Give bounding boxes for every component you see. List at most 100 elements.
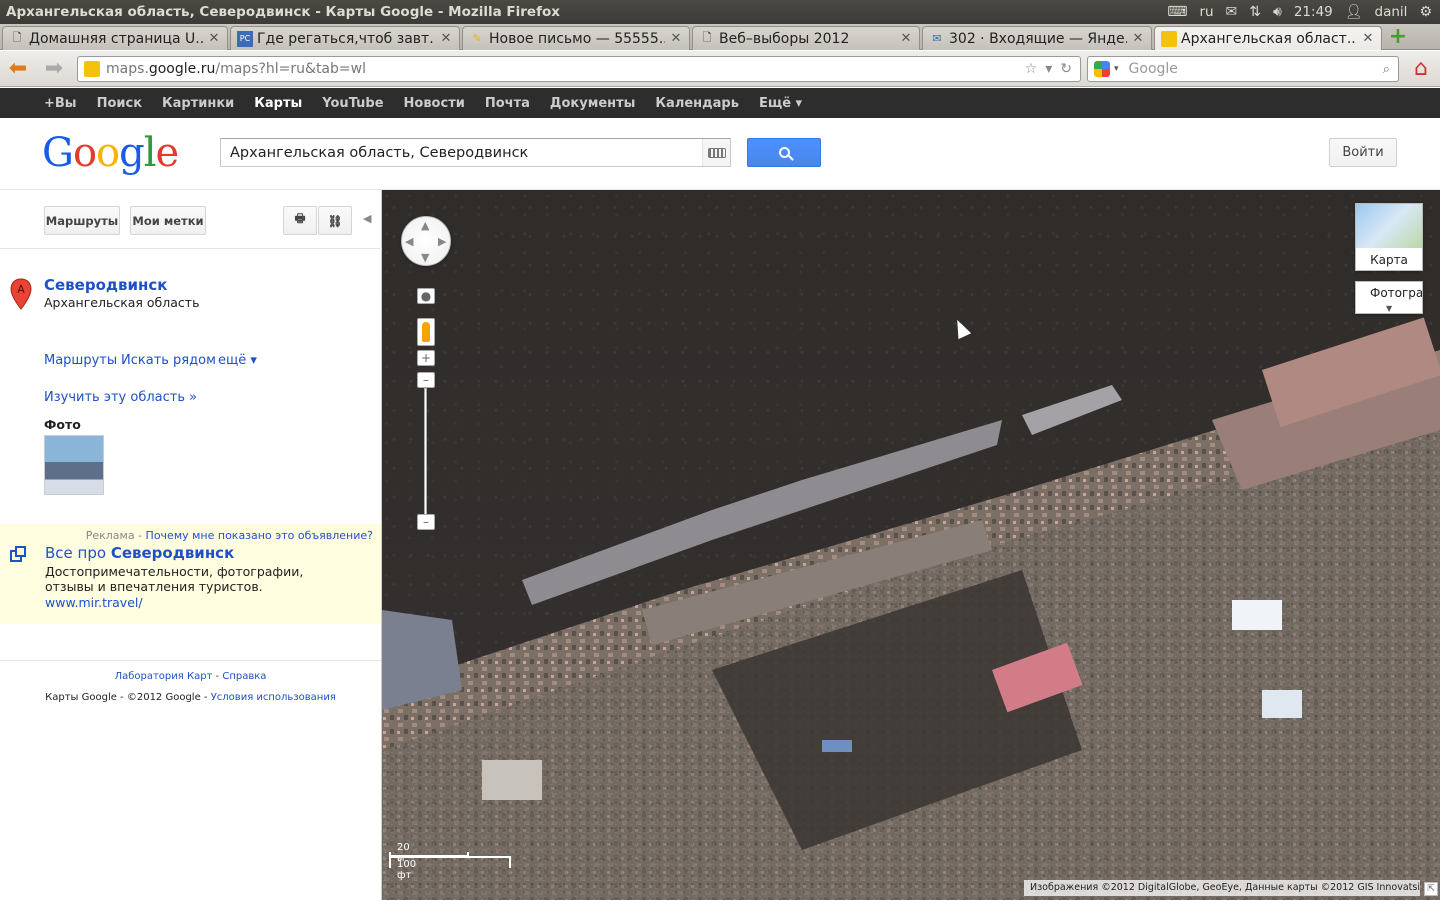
pan-control[interactable]: ▲ ▼ ◀ ▶ [401,216,451,266]
maps-lab-link[interactable]: Лаборатория Карт [115,671,213,682]
resize-icon[interactable]: ⇱ [1424,882,1438,896]
satellite-map[interactable] [382,190,1440,900]
search-query[interactable]: Архангельская область, Северодвинск [221,145,702,161]
back-arrow-icon[interactable]: ⬅ [6,57,30,81]
photo-type-label: Фотограф [1370,286,1423,300]
user-icon[interactable]: 👤︎ [1345,4,1363,20]
ad-title-link[interactable]: Все про Северодвинск [45,544,234,562]
gbar-youtube[interactable]: YouTube [312,96,393,111]
ad-url-link[interactable]: www.mir.travel/ [45,595,143,610]
close-icon[interactable]: ✕ [439,31,453,46]
close-icon[interactable]: ✕ [207,31,221,46]
pan-right-icon[interactable]: ▶ [438,235,446,248]
close-icon[interactable]: ✕ [669,31,683,46]
pegman-icon[interactable] [417,318,435,346]
search-icon[interactable]: ⌕ [1383,62,1390,77]
zoom-slider[interactable] [424,388,427,518]
star-icon[interactable]: ☆ [1025,61,1038,77]
tab-label: Новое письмо — 55555... [489,30,665,47]
close-icon[interactable]: ✕ [899,31,913,46]
routes-button[interactable]: Маршруты [44,206,120,235]
routes-link[interactable]: Маршруты [44,353,117,368]
collapse-panel-icon[interactable]: ◀ [363,212,371,225]
new-tab-button[interactable]: + [1386,26,1410,48]
ad-box: Реклама - Почему мне показано это объявл… [0,524,381,624]
pan-left-icon[interactable]: ◀ [405,235,413,248]
network-icon[interactable]: ⇅ [1249,4,1261,20]
google-engine-icon[interactable] [1094,61,1110,77]
pan-up-icon[interactable]: ▲ [421,219,429,232]
maps-search-input[interactable]: Архангельская область, Северодвинск [220,138,731,167]
url-bar[interactable]: maps.google.ru/maps?hl=ru&tab=wl ☆ ▾ ↻ [77,56,1081,82]
forward-arrow-icon[interactable]: ➡ [42,57,66,81]
gbar-calendar[interactable]: Календарь [645,96,749,111]
ad-description: Достопримечательности, фотографии, отзыв… [45,564,304,594]
help-link[interactable]: Справка [222,671,266,682]
clock[interactable]: 21:49 [1294,4,1333,20]
user-name[interactable]: danil [1375,4,1408,20]
search-nearby-link[interactable]: Искать рядом [121,353,216,368]
mail-icon[interactable]: ✉ [1226,4,1238,20]
tab[interactable]: 🗋 Домашняя страница U... ✕ [2,26,228,50]
print-icon[interactable]: 🖶︎ [283,206,317,235]
tab-label: Веб–выборы 2012 [719,30,850,47]
why-ad-link[interactable]: Почему мне показано это объявление? [146,529,373,542]
tab-label: Домашняя страница U... [29,30,203,47]
document-icon: 🗋 [12,31,22,44]
gbar-mail[interactable]: Почта [475,96,540,111]
zoom-out-icon[interactable]: – [417,514,435,530]
volume-icon[interactable]: 🔊︎ [1273,4,1282,20]
search-placeholder[interactable]: Google [1129,61,1383,77]
locate-icon[interactable]: ● [417,288,435,304]
gbar-more[interactable]: Ещё ▾ [749,96,812,111]
tab-label: 302 · Входящие — Янде... [949,30,1127,47]
reload-icon[interactable]: ↻ [1060,61,1072,77]
gbar-images[interactable]: Картинки [152,96,244,111]
gbar-search[interactable]: Поиск [87,96,152,111]
photo-thumbnail[interactable] [44,435,104,495]
place-region: Архангельская область [44,295,200,310]
zoom-handle[interactable]: – [417,372,435,388]
photo-type-button[interactable]: Фотограф ▼ [1355,281,1423,314]
engine-dropdown-icon[interactable]: ▾ [1114,64,1119,74]
login-button[interactable]: Войти [1329,138,1397,167]
google-logo[interactable]: Google [42,130,179,176]
my-places-button[interactable]: Мои метки [130,206,206,235]
browser-search-box[interactable]: ▾ Google ⌕ [1087,56,1399,82]
gbar-news[interactable]: Новости [394,96,475,111]
tab[interactable]: 🗋 Веб–выборы 2012 ✕ [692,26,920,50]
explore-area-link[interactable]: Изучить эту область » [44,390,197,405]
place-name-link[interactable]: Северодвинск [44,276,167,294]
keyboard-icon[interactable] [702,139,730,166]
map-type-button[interactable]: Карта [1355,203,1423,271]
gbar-plus[interactable]: +Вы [34,96,87,111]
url-text[interactable]: maps.google.ru/maps?hl=ru&tab=wl [106,61,1025,77]
tab[interactable]: РС Где регаться,чтоб завт... ✕ [230,26,460,50]
external-link-icon [10,546,26,562]
scale-imperial-label: 100 фт [397,859,417,881]
keyboard-layout[interactable]: ru [1199,4,1213,20]
gear-icon[interactable]: ⚙ [1419,4,1432,20]
pan-down-icon[interactable]: ▼ [421,251,429,264]
close-icon[interactable]: ✕ [1131,31,1145,46]
tab-strip: 🗋 Домашняя страница U... ✕ РС Где регать… [0,24,1440,50]
keyboard-icon[interactable]: ⌨ [1167,4,1187,20]
zoom-in-icon[interactable]: + [417,350,435,366]
tab-label: Архангельская област... [1181,30,1357,47]
marker-a-icon[interactable]: A [10,278,32,310]
home-icon[interactable]: ⌂ [1408,57,1434,81]
divider [0,248,382,249]
search-button[interactable] [747,138,821,167]
link-icon[interactable]: ⛓︎ [318,206,352,235]
tab[interactable]: ✎ Новое письмо — 55555... ✕ [462,26,690,50]
terms-link[interactable]: Условия использования [211,692,336,703]
tab[interactable]: ✉ 302 · Входящие — Янде... ✕ [922,26,1152,50]
map-thumbnail [1356,204,1422,248]
gbar-docs[interactable]: Документы [540,96,646,111]
dropdown-icon[interactable]: ▾ [1045,61,1052,77]
more-link[interactable]: ещё ▾ [218,353,257,368]
gbar-maps[interactable]: Карты [244,96,312,111]
maps-header: Google Архангельская область, Северодвин… [0,118,1440,190]
close-icon[interactable]: ✕ [1361,31,1375,46]
tab-active[interactable]: Архангельская област... ✕ [1154,26,1382,50]
